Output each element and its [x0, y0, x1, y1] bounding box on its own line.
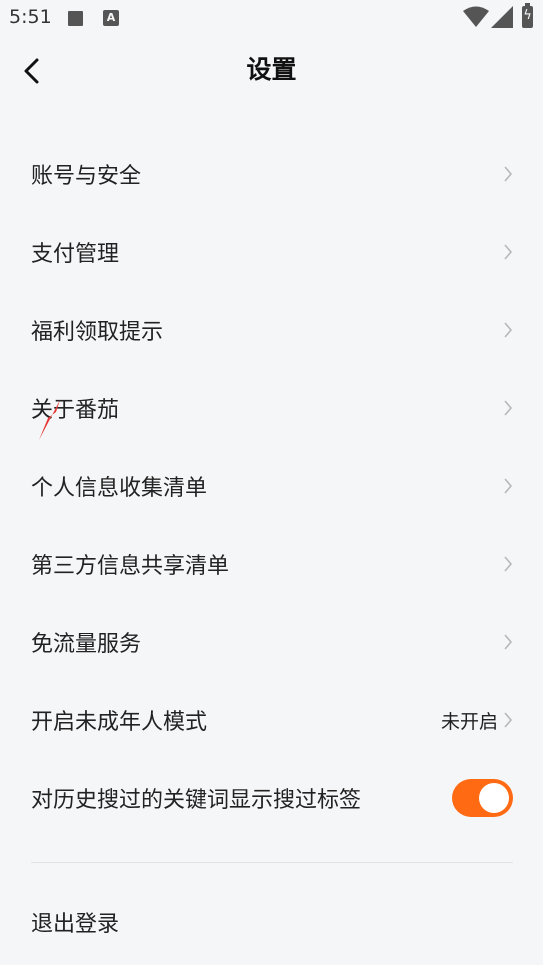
a-notification-icon: A	[103, 10, 119, 26]
settings-item-welfare-reminder[interactable]: 福利领取提示	[0, 291, 543, 369]
settings-item-label: 开启未成年人模式	[31, 710, 208, 735]
chevron-right-icon	[504, 478, 513, 494]
settings-item-label: 免流量服务	[31, 632, 142, 657]
search-history-tag-toggle[interactable]	[452, 779, 513, 817]
settings-item-label: 个人信息收集清单	[31, 476, 208, 501]
settings-item-minor-mode[interactable]: 开启未成年人模式 未开启	[0, 681, 543, 759]
settings-item-account-security[interactable]: 账号与安全	[0, 135, 543, 213]
logout-button[interactable]: 退出登录	[31, 906, 119, 938]
chevron-right-icon	[504, 244, 513, 260]
chevron-right-icon	[504, 322, 513, 338]
settings-item-label: 对历史搜过的关键词显示搜过标签	[31, 788, 362, 813]
toggle-knob	[479, 783, 509, 813]
settings-item-search-history-tag: 对历史搜过的关键词显示搜过标签	[0, 759, 543, 837]
chevron-right-icon	[504, 166, 513, 182]
settings-item-personal-info-list[interactable]: 个人信息收集清单	[0, 447, 543, 525]
settings-item-label: 账号与安全	[31, 164, 142, 189]
minor-mode-status: 未开启	[440, 710, 498, 733]
header: 设置	[0, 44, 543, 100]
settings-item-payment[interactable]: 支付管理	[0, 213, 543, 291]
chevron-right-icon	[504, 634, 513, 650]
divider	[31, 862, 513, 863]
status-time: 5:51	[9, 6, 52, 28]
chevron-right-icon	[504, 712, 513, 728]
settings-item-label: 第三方信息共享清单	[31, 554, 230, 579]
settings-list: 账号与安全 支付管理 福利领取提示 关于番茄 个人信息收集清单 第三方信息共享清…	[0, 135, 543, 837]
cursor-arrow-icon	[39, 400, 60, 440]
chevron-right-icon	[504, 400, 513, 416]
chevron-right-icon	[504, 556, 513, 572]
page-title: 设置	[246, 55, 297, 84]
settings-item-third-party-sharing[interactable]: 第三方信息共享清单	[0, 525, 543, 603]
status-bar: 5:51 A ϟ	[0, 0, 543, 36]
settings-item-label: 福利领取提示	[31, 320, 164, 345]
settings-item-about[interactable]: 关于番茄	[0, 369, 543, 447]
stop-square-icon	[68, 11, 83, 26]
battery-charging-icon: ϟ	[522, 3, 533, 28]
settings-item-free-data[interactable]: 免流量服务	[0, 603, 543, 681]
wifi-icon	[463, 6, 489, 27]
signal-icon	[491, 6, 513, 28]
settings-item-label: 支付管理	[31, 242, 120, 267]
